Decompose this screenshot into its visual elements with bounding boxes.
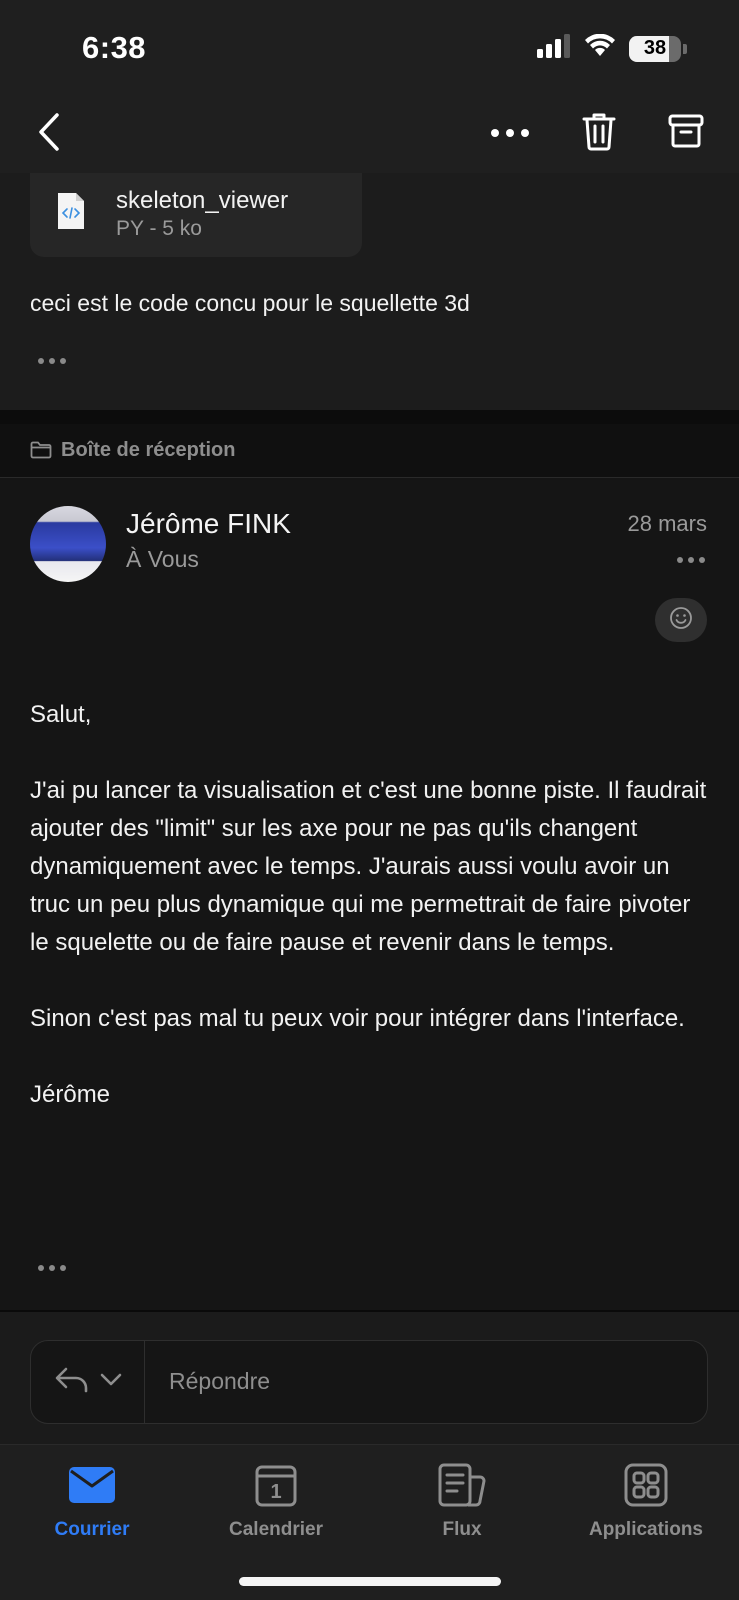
thread-separator: [0, 410, 739, 424]
chevron-down-icon: [100, 1373, 122, 1392]
more-button[interactable]: [484, 107, 536, 161]
code-file-icon: [56, 191, 86, 236]
tab-apps-label: Applications: [588, 1519, 703, 1540]
calendar-day: 1: [270, 1481, 281, 1503]
back-button[interactable]: [24, 107, 74, 161]
message-date: 28 mars: [627, 511, 707, 536]
previous-message-body: ceci est le code concu pour le squellett…: [30, 290, 470, 316]
sender-name[interactable]: Jérôme FINK: [126, 508, 291, 540]
message: Jérôme FINK À Vous 28 mars Salut, J'ai p…: [0, 478, 739, 1310]
more-horizontal-icon: [490, 125, 530, 143]
archive-icon: [668, 113, 704, 154]
previous-message[interactable]: skeleton_viewer PY - 5 ko ceci est le co…: [0, 173, 739, 410]
tab-calendar-label: Calendrier: [229, 1519, 323, 1540]
nav-bar: [0, 95, 739, 173]
status-icons: 38: [537, 33, 687, 63]
smiley-icon: [669, 606, 693, 635]
folder-label: Boîte de réception: [61, 439, 236, 461]
delete-button[interactable]: [574, 105, 624, 161]
reply-box[interactable]: Répondre: [30, 1340, 708, 1424]
status-bar: 6:38 38: [0, 0, 739, 95]
archive-button[interactable]: [660, 105, 712, 161]
home-indicator[interactable]: [239, 1577, 501, 1586]
tab-mail-label: Courrier: [54, 1519, 130, 1540]
expand-message-button[interactable]: [38, 1265, 66, 1271]
status-time: 6:38: [82, 30, 147, 65]
battery-icon: 38: [629, 35, 687, 62]
signal-icon: [537, 34, 571, 63]
reply-area: Répondre: [0, 1310, 739, 1444]
message-body: Salut, J'ai pu lancer ta visualisation e…: [30, 701, 707, 1108]
attachment-card[interactable]: skeleton_viewer PY - 5 ko: [30, 173, 362, 257]
trash-icon: [581, 111, 617, 156]
folder-bar: Boîte de réception: [0, 424, 739, 478]
attachment-meta: PY - 5 ko: [116, 217, 202, 240]
reply-input[interactable]: Répondre: [169, 1368, 270, 1395]
mail-icon: [68, 1459, 116, 1511]
reply-icon: [54, 1366, 90, 1399]
recipient-line[interactable]: À Vous: [126, 546, 199, 573]
reaction-button[interactable]: [655, 598, 707, 642]
attachment-name: skeleton_viewer: [116, 187, 289, 214]
avatar[interactable]: [30, 506, 106, 582]
tab-apps[interactable]: Applications: [566, 1459, 726, 1559]
feed-icon: [438, 1459, 486, 1511]
tab-calendar[interactable]: 1 Calendrier: [196, 1459, 356, 1559]
folder-icon: [30, 441, 52, 464]
tab-mail[interactable]: Courrier: [12, 1459, 172, 1559]
reply-options-button[interactable]: [31, 1341, 145, 1423]
tab-feed-label: Flux: [442, 1519, 482, 1540]
message-more-button[interactable]: [677, 557, 705, 563]
tab-feed[interactable]: Flux: [382, 1459, 542, 1559]
expand-quoted-button[interactable]: [38, 358, 66, 364]
battery-level: 38: [643, 37, 667, 59]
wifi-icon: [585, 33, 615, 63]
calendar-icon: 1: [255, 1459, 297, 1511]
back-chevron-icon: [37, 112, 61, 157]
battery-tip: [683, 43, 687, 54]
apps-grid-icon: [624, 1459, 668, 1511]
